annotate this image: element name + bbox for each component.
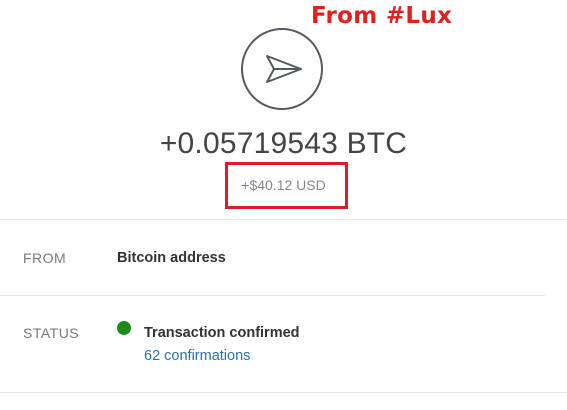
from-label: FROM: [23, 250, 67, 266]
section-divider-bottom: [0, 392, 567, 393]
status-indicator-dot: [117, 321, 131, 335]
section-divider-middle: [0, 295, 545, 296]
section-divider-top: [0, 219, 567, 220]
status-value: Transaction confirmed: [144, 325, 300, 341]
paper-plane-icon: [266, 55, 302, 83]
send-icon-circle: [241, 28, 323, 110]
usd-highlight-box: [225, 162, 348, 209]
btc-amount: +0.05719543 BTC: [159, 127, 408, 160]
from-value: Bitcoin address: [117, 250, 226, 266]
annotation-text: From #Lux: [311, 3, 453, 29]
confirmations-link[interactable]: 62 confirmations: [144, 348, 250, 364]
status-label: STATUS: [23, 325, 80, 341]
